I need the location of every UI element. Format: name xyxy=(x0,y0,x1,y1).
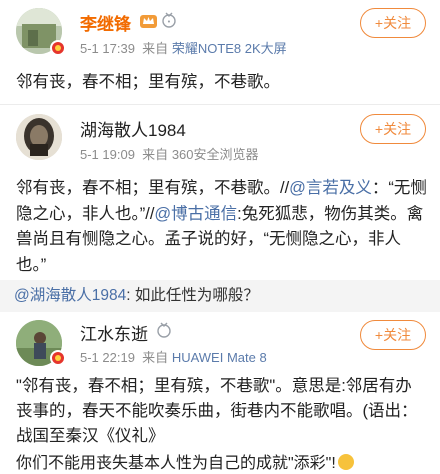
reply-text: : 如此任性为哪般？ xyxy=(126,287,259,304)
post-time: 5-1 19:09 xyxy=(80,147,135,162)
avatar-photo xyxy=(16,114,62,160)
post-content-last-line: 你们不能用丧失基本人性为自己的成就"添彩"! xyxy=(16,451,440,474)
post-meta: 5-1 22:19 来自 HUAWEI Mate 8 xyxy=(80,347,267,366)
retweet-reply-bar[interactable]: @湖海散人1984: 如此任性为哪般？ xyxy=(0,280,440,312)
post-content: "邻有丧，春不相；里有殡，不巷歌"。意思是:邻居有办丧事的，春天不能吹奏乐曲，街… xyxy=(16,377,418,445)
post-meta: 5-1 17:39 来自 荣耀NOTE8 2K大屏 xyxy=(80,38,287,57)
post-1: 李继锋 • 5-1 17:39 来自 荣耀NOTE8 2K大屏 +关注 邻有丧，… xyxy=(0,0,440,108)
post-2: 湖海散人1984 5-1 19:09 来自 360安全浏览器 +关注 邻有丧，春… xyxy=(0,106,440,276)
follow-button[interactable]: +关注 xyxy=(360,8,426,38)
mention-link[interactable]: @博古通信 xyxy=(154,205,237,223)
follow-button[interactable]: +关注 xyxy=(360,114,426,144)
author-name[interactable]: 湖海散人1984 xyxy=(80,116,186,141)
content-text: 邻有丧，春不相；里有殡，不巷歌。// xyxy=(16,179,290,197)
vip-crown-icon xyxy=(140,15,157,28)
author-name[interactable]: 李继锋 xyxy=(80,10,131,35)
post-3: 江水东逝 5-1 22:19 来自 HUAWEI Mate 8 +关注 "邻有丧… xyxy=(0,314,440,474)
avatar[interactable] xyxy=(16,114,62,160)
mention-link[interactable]: @言若及义 xyxy=(289,179,372,197)
post-meta: 5-1 19:09 来自 360安全浏览器 xyxy=(80,144,259,163)
verified-badge-icon xyxy=(50,350,66,366)
verified-badge-icon xyxy=(50,40,66,56)
level-medal-icon: • xyxy=(162,12,176,28)
author-name[interactable]: 江水东逝 xyxy=(80,320,148,345)
laugh-emoji-icon xyxy=(337,454,354,470)
post-content: 邻有丧，春不相；里有殡，不巷歌。//@言若及义：“无恻隐之心，非人也。”//@博… xyxy=(16,176,428,278)
post-content: 邻有丧，春不相；里有殡，不巷歌。 xyxy=(16,73,280,91)
level-medal-icon xyxy=(157,322,171,338)
divider xyxy=(0,104,440,105)
post-source[interactable]: HUAWEI Mate 8 xyxy=(172,350,267,365)
post-source: 360安全浏览器 xyxy=(171,147,259,162)
source-prefix: 来自 xyxy=(142,350,169,365)
post-time: 5-1 17:39 xyxy=(80,41,135,56)
follow-button[interactable]: +关注 xyxy=(360,320,426,350)
content-text: 你们不能用丧失基本人性为自己的成就"添彩"! xyxy=(16,455,336,472)
source-prefix: 来自 xyxy=(142,41,169,56)
source-prefix: 来自 xyxy=(142,147,169,162)
svg-text:•: • xyxy=(167,18,171,26)
mention-link[interactable]: @湖海散人1984 xyxy=(14,287,126,304)
post-source[interactable]: 荣耀NOTE8 2K大屏 xyxy=(172,41,287,56)
post-time: 5-1 22:19 xyxy=(80,350,135,365)
